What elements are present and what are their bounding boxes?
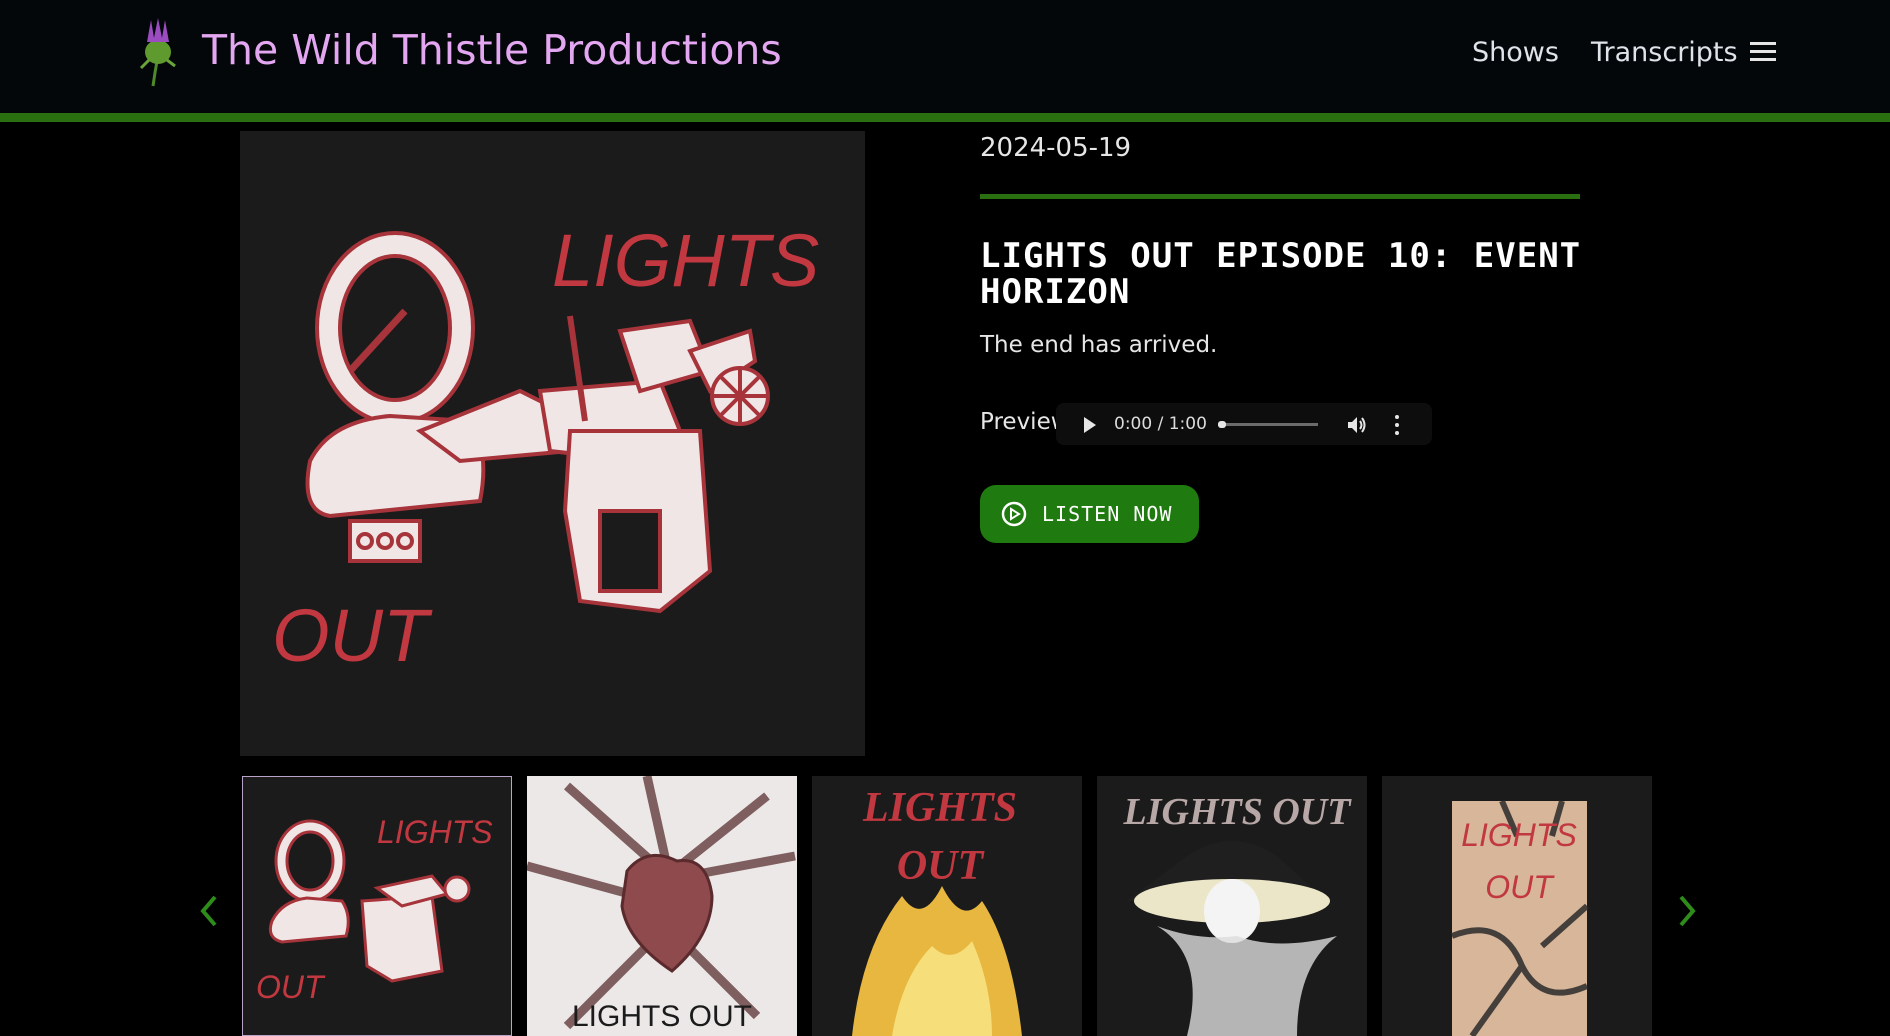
header-divider — [0, 113, 1890, 122]
carousel-thumb-4[interactable]: LIGHTS OUT — [1097, 776, 1367, 1036]
nav-transcripts[interactable]: Transcripts — [1591, 37, 1738, 68]
episode-title: LIGHTS OUT EPISODE 10: EVENT HORIZON — [980, 236, 1582, 312]
carousel-thumb-2[interactable]: LIGHTS OUT — [527, 776, 797, 1036]
listen-now-button[interactable]: LISTEN NOW — [980, 485, 1199, 543]
hamburger-menu-icon[interactable] — [1750, 42, 1776, 62]
episode-date: 2024-05-19 — [980, 133, 1132, 163]
volume-icon[interactable] — [1346, 415, 1368, 435]
thistle-logo-icon[interactable] — [135, 16, 181, 88]
audio-preview-player: 0:00 / 1:00 — [1056, 403, 1432, 445]
play-circle-icon — [1001, 501, 1027, 527]
play-icon[interactable] — [1084, 417, 1096, 433]
cover-out-text: OUT — [272, 594, 433, 677]
chevron-right-icon[interactable] — [1675, 893, 1699, 929]
more-options-icon[interactable] — [1395, 415, 1399, 435]
thumb-1-line2: OUT — [256, 969, 326, 1005]
date-divider — [980, 194, 1580, 199]
thumb-2-title: LIGHTS OUT — [572, 1000, 752, 1033]
nav-shows[interactable]: Shows — [1472, 37, 1559, 68]
thumb-5-line2: OUT — [1485, 869, 1555, 905]
listen-now-label: LISTEN NOW — [1042, 502, 1173, 526]
carousel-thumb-3[interactable]: LIGHTS OUT — [812, 776, 1082, 1036]
thumb-4-title: LIGHTS OUT — [1123, 791, 1353, 833]
episode-cover-art: LIGHTS OUT — [240, 131, 865, 756]
carousel-thumb-1[interactable]: LIGHTS OUT — [242, 776, 512, 1036]
site-brand[interactable]: The Wild Thistle Productions — [202, 26, 782, 74]
chevron-left-icon[interactable] — [197, 893, 221, 929]
carousel-thumb-5[interactable]: LIGHTS OUT — [1382, 776, 1652, 1036]
thumb-1-line1: LIGHTS — [377, 814, 493, 850]
player-time: 0:00 / 1:00 — [1114, 414, 1207, 434]
episode-description: The end has arrived. — [980, 332, 1218, 358]
thumb-3-line1: LIGHTS — [862, 785, 1017, 831]
thumb-3-line2: OUT — [897, 843, 986, 889]
player-seek-bar[interactable] — [1218, 421, 1318, 428]
thumb-5-line1: LIGHTS — [1461, 817, 1577, 853]
cover-lights-text: LIGHTS — [552, 219, 819, 302]
